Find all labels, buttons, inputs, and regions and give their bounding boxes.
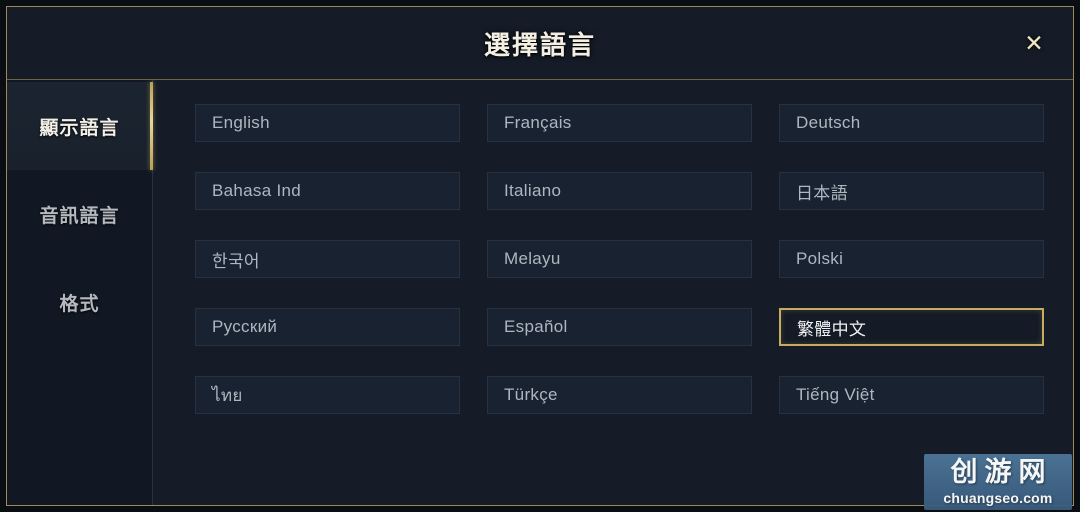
sidebar: 顯示語言音訊語言格式 bbox=[7, 80, 153, 505]
language-option-label: Türkçe bbox=[504, 385, 558, 404]
language-option-label: 繁體中文 bbox=[797, 319, 867, 339]
language-panel: English Français Deutsch Bahasa Ind Italiano… bbox=[153, 80, 1073, 505]
sidebar-item-2[interactable]: 格式 bbox=[7, 258, 152, 346]
language-option-label: Deutsch bbox=[796, 113, 861, 132]
language-option-12[interactable]: ไทย bbox=[195, 376, 460, 414]
language-option-5[interactable]: 日本語 bbox=[779, 172, 1044, 210]
sidebar-item-label: 音訊語言 bbox=[39, 205, 120, 227]
dialog-body: 顯示語言音訊語言格式 English Français Deutsch Bahasa … bbox=[7, 80, 1073, 505]
language-option-label: ไทย bbox=[212, 385, 243, 405]
language-option-label: Tiếng Việt bbox=[796, 385, 875, 404]
language-option-1[interactable]: Français bbox=[487, 104, 752, 142]
sidebar-item-label: 格式 bbox=[59, 293, 100, 315]
language-option-label: Melayu bbox=[504, 249, 561, 268]
language-option-0[interactable]: English bbox=[195, 104, 460, 142]
language-option-label: Polski bbox=[796, 249, 844, 268]
language-option-13[interactable]: Türkçe bbox=[487, 376, 752, 414]
language-option-label: 日本語 bbox=[796, 183, 848, 203]
language-option-label: 한국어 bbox=[212, 251, 260, 271]
language-option-11[interactable]: 繁體中文 bbox=[779, 308, 1044, 346]
language-option-3[interactable]: Bahasa Ind bbox=[195, 172, 460, 210]
watermark: 创游网 chuangseo.com bbox=[924, 454, 1072, 510]
watermark-brand: 创游网 bbox=[950, 457, 1053, 488]
sidebar-item-label: 顯示語言 bbox=[39, 117, 120, 139]
app-screen: 選擇語言 ✕ 顯示語言音訊語言格式 English Français Deutsch… bbox=[0, 0, 1080, 512]
sidebar-item-0[interactable]: 顯示語言 bbox=[7, 82, 153, 170]
language-option-7[interactable]: Melayu bbox=[487, 240, 752, 278]
sidebar-item-1[interactable]: 音訊語言 bbox=[7, 170, 152, 258]
language-option-label: Français bbox=[504, 113, 572, 132]
language-selection-dialog: 選擇語言 ✕ 顯示語言音訊語言格式 English Français Deutsch… bbox=[6, 6, 1074, 506]
close-icon[interactable]: ✕ bbox=[1017, 26, 1051, 60]
page-title: 選擇語言 bbox=[483, 29, 596, 60]
language-option-6[interactable]: 한국어 bbox=[195, 240, 460, 278]
language-option-8[interactable]: Polski bbox=[779, 240, 1044, 278]
language-option-label: English bbox=[212, 113, 270, 132]
language-grid: English Français Deutsch Bahasa Ind Italiano… bbox=[195, 104, 1049, 414]
language-option-10[interactable]: Español bbox=[487, 308, 752, 346]
language-option-label: Русский bbox=[212, 317, 278, 336]
watermark-url: chuangseo.com bbox=[943, 490, 1053, 506]
language-option-label: Italiano bbox=[504, 181, 562, 200]
language-option-9[interactable]: Русский bbox=[195, 308, 460, 346]
language-option-4[interactable]: Italiano bbox=[487, 172, 752, 210]
language-option-14[interactable]: Tiếng Việt bbox=[779, 376, 1044, 414]
language-option-label: Bahasa Ind bbox=[212, 181, 302, 200]
language-option-label: Español bbox=[504, 317, 568, 336]
language-option-2[interactable]: Deutsch bbox=[779, 104, 1044, 142]
dialog-header: 選擇語言 ✕ bbox=[7, 7, 1073, 80]
